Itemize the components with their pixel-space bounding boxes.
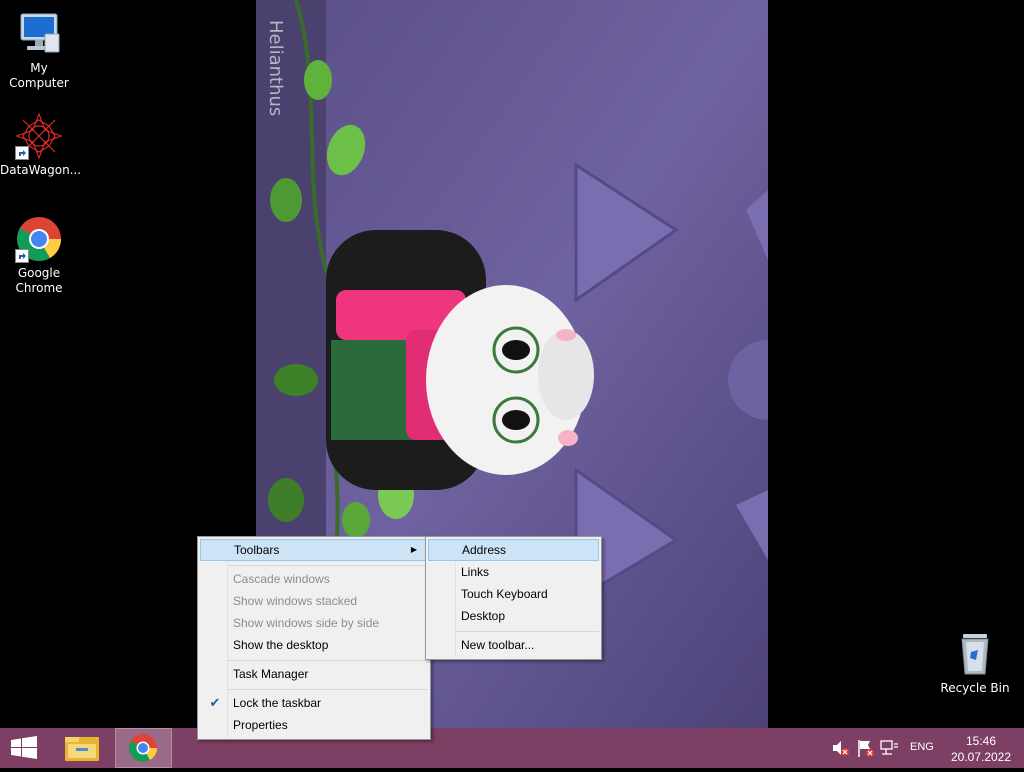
- desktop-icon-datawagon[interactable]: DataWagon...: [0, 112, 82, 178]
- submenu-item-new-toolbar[interactable]: New toolbar...: [428, 634, 599, 656]
- menu-separator: [456, 631, 599, 632]
- menu-item-toolbars[interactable]: Toolbars ▶: [200, 539, 428, 561]
- desktop-icon-label: DataWagon...: [0, 163, 82, 177]
- action-center-flag-icon[interactable]: [854, 728, 876, 768]
- taskbar[interactable]: ENG 15:46 20.07.2022: [0, 728, 1024, 768]
- menu-item-cascade-windows[interactable]: Cascade windows: [200, 568, 428, 590]
- desktop-icon-label: My Computer: [9, 61, 69, 90]
- menu-separator: [228, 689, 428, 690]
- menu-item-task-manager[interactable]: Task Manager: [200, 663, 428, 685]
- desktop-icon-label: Google Chrome: [15, 266, 63, 295]
- shortcut-arrow-icon: [15, 146, 29, 160]
- volume-muted-icon[interactable]: [830, 728, 850, 768]
- menu-item-show-windows-stacked[interactable]: Show windows stacked: [200, 590, 428, 612]
- chrome-icon: [129, 734, 157, 762]
- desktop-icon-recycle-bin[interactable]: Recycle Bin: [936, 630, 1014, 696]
- submenu-arrow-icon: ▶: [410, 545, 417, 554]
- wallpaper-watermark: Helianthus: [265, 20, 286, 116]
- submenu-item-address[interactable]: Address: [428, 539, 599, 561]
- recycle-bin-icon: [951, 630, 999, 678]
- submenu-item-touch-keyboard[interactable]: Touch Keyboard: [428, 583, 599, 605]
- toolbars-submenu: Address Links Touch Keyboard Desktop New…: [425, 536, 602, 660]
- menu-item-properties[interactable]: Properties: [200, 714, 428, 736]
- taskbar-context-menu: Toolbars ▶ Cascade windows Show windows …: [197, 536, 431, 740]
- file-explorer-icon: [65, 737, 99, 761]
- shortcut-arrow-icon: [15, 249, 29, 263]
- clock-time[interactable]: 15:46: [950, 734, 1012, 748]
- language-indicator[interactable]: ENG: [910, 741, 934, 753]
- start-button[interactable]: [0, 728, 48, 768]
- menu-item-label: Toolbars: [234, 543, 280, 557]
- taskbar-chrome-button[interactable]: [115, 728, 172, 768]
- menu-item-show-the-desktop[interactable]: Show the desktop: [200, 634, 428, 656]
- taskbar-file-explorer-button[interactable]: [56, 728, 108, 768]
- network-icon[interactable]: [878, 728, 900, 768]
- datawagon-icon: [15, 112, 63, 160]
- computer-icon: [15, 10, 63, 58]
- checkmark-icon: ✔: [209, 695, 221, 710]
- menu-separator: [228, 565, 428, 566]
- menu-separator: [228, 660, 428, 661]
- desktop-icon-google-chrome[interactable]: Google Chrome: [0, 215, 78, 296]
- menu-item-label: Lock the taskbar: [233, 696, 322, 710]
- chrome-icon: [15, 215, 63, 263]
- clock-date[interactable]: 20.07.2022: [946, 750, 1016, 764]
- desktop-icon-my-computer[interactable]: My Computer: [0, 10, 78, 91]
- submenu-item-desktop[interactable]: Desktop: [428, 605, 599, 627]
- menu-item-show-windows-side-by-side[interactable]: Show windows side by side: [200, 612, 428, 634]
- start-icon: [11, 736, 37, 759]
- desktop-icon-label: Recycle Bin: [940, 681, 1010, 695]
- menu-item-lock-the-taskbar[interactable]: ✔ Lock the taskbar: [200, 692, 428, 714]
- submenu-item-links[interactable]: Links: [428, 561, 599, 583]
